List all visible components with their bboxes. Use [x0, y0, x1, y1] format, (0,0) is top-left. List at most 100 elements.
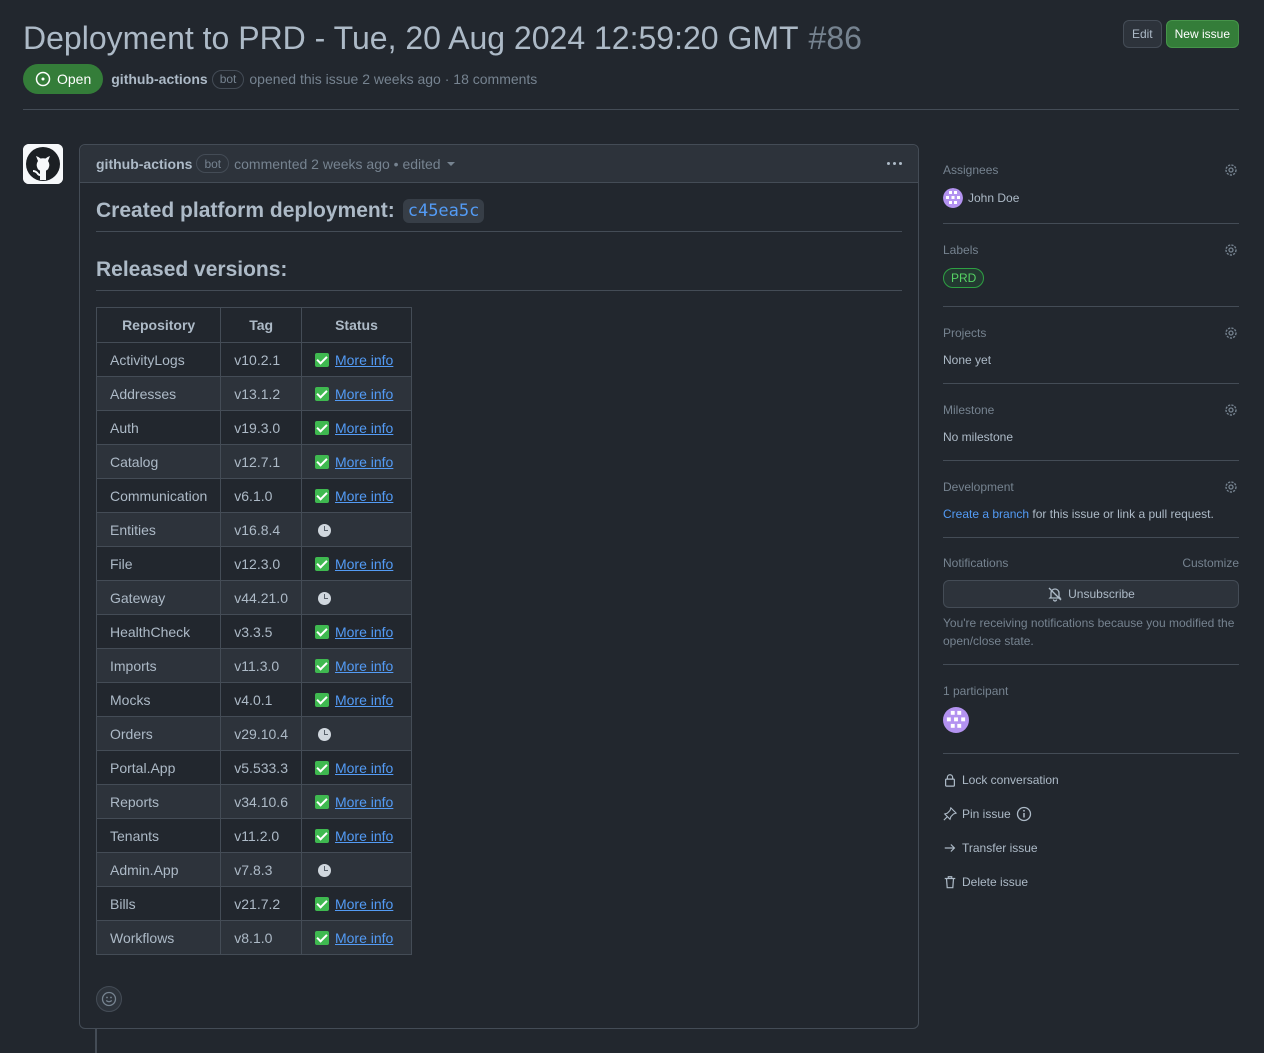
table-row: Imports v11.3.0 More info	[95, 648, 412, 683]
participant-avatar[interactable]	[943, 707, 969, 733]
more-info-link[interactable]: More info	[335, 352, 393, 368]
labels-section: Labels PRD	[943, 224, 1239, 307]
table-row: Bills v21.7.2 More info	[95, 886, 412, 921]
label-prd[interactable]: PRD	[943, 268, 985, 288]
table-row: Portal.App v5.533.3 More info	[95, 750, 412, 785]
assignee-john-doe[interactable]: John Doe	[943, 188, 1239, 208]
projects-gear-icon[interactable]	[1223, 325, 1239, 341]
table-row: File v12.3.0 More info	[95, 546, 412, 581]
bell-slash-icon	[1048, 587, 1062, 602]
unsubscribe-label: Unsubscribe	[1068, 587, 1135, 601]
more-info-link[interactable]: More info	[335, 624, 393, 640]
john-doe-avatar	[943, 188, 963, 208]
deployment-heading: Created platform deployment: c45ea5c	[96, 199, 902, 232]
more-info-link[interactable]: More info	[335, 454, 393, 470]
more-info-link[interactable]: More info	[335, 386, 393, 402]
tag-cell: v5.533.3	[220, 750, 302, 785]
repository-cell: Gateway	[95, 580, 222, 615]
table-row: Catalog v12.7.1 More info	[95, 444, 412, 479]
tag-cell: v12.3.0	[220, 546, 302, 581]
check-mark-icon	[314, 420, 329, 435]
more-info-link[interactable]: More info	[335, 488, 393, 504]
more-info-link[interactable]: More info	[335, 760, 393, 776]
status-cell: More info	[300, 478, 412, 513]
more-info-link[interactable]: More info	[335, 658, 393, 674]
more-info-link[interactable]: More info	[335, 828, 393, 844]
labels-gear-icon[interactable]	[1223, 242, 1239, 258]
comment-meta[interactable]: commented 2 weeks ago • edited	[234, 156, 440, 172]
versions-table: Repository Tag Status ActivityLogs v10.2.…	[95, 307, 412, 955]
issue-number: #86	[808, 20, 862, 56]
comment-options-kebab-icon[interactable]	[887, 162, 902, 165]
lock-conversation-action[interactable]: Lock conversation	[943, 763, 1239, 797]
assignee-name: John Doe	[968, 191, 1020, 205]
repository-cell: Auth	[95, 410, 222, 445]
more-info-link[interactable]: More info	[335, 794, 393, 810]
tag-cell: v13.1.2	[220, 376, 302, 411]
header-divider	[23, 109, 1239, 110]
delete-issue-action[interactable]: Delete issue	[943, 865, 1239, 899]
milestone-gear-icon[interactable]	[1223, 402, 1239, 418]
status-cell: More info	[300, 682, 412, 717]
notification-reason: You're receiving notifications because y…	[943, 616, 1235, 648]
repository-cell: Admin.App	[95, 852, 222, 887]
projects-section: Projects None yet	[943, 307, 1239, 384]
status-cell	[300, 852, 412, 887]
unsubscribe-button[interactable]: Unsubscribe	[943, 580, 1239, 608]
status-cell: More info	[300, 444, 412, 479]
comment-author-link[interactable]: github-actions	[96, 156, 192, 172]
issue-opened-icon	[35, 71, 51, 87]
tag-cell: v4.0.1	[220, 682, 302, 717]
status-cell: More info	[300, 886, 412, 921]
assignees-gear-icon[interactable]	[1223, 162, 1239, 178]
repository-cell: Mocks	[95, 682, 222, 717]
table-row: Orders v29.10.4	[95, 716, 412, 751]
table-row: Reports v34.10.6 More info	[95, 784, 412, 819]
clock-icon	[317, 591, 331, 605]
clock-icon	[317, 523, 331, 537]
development-title: Development	[943, 480, 1014, 494]
repository-cell: Bills	[95, 886, 222, 921]
status-cell: More info	[300, 376, 412, 411]
commit-sha-link[interactable]: c45ea5c	[402, 199, 485, 223]
comment-bot-badge: bot	[196, 154, 230, 173]
info-icon[interactable]	[1016, 806, 1032, 822]
edit-history-caret-icon[interactable]	[446, 161, 455, 166]
issue-actions: Lock conversation Pin issue Transfer iss…	[943, 754, 1239, 899]
development-gear-icon[interactable]	[1223, 479, 1239, 495]
status-cell: More info	[300, 648, 412, 683]
more-info-link[interactable]: More info	[335, 896, 393, 912]
projects-title: Projects	[943, 326, 987, 340]
development-value: Create a branch for this issue or link a…	[943, 507, 1239, 521]
transfer-label: Transfer issue	[962, 841, 1038, 855]
new-issue-button[interactable]: New issue	[1165, 20, 1239, 48]
more-info-link[interactable]: More info	[335, 420, 393, 436]
more-info-link[interactable]: More info	[335, 692, 393, 708]
check-mark-icon	[314, 930, 329, 945]
table-row: Tenants v11.2.0 More info	[95, 818, 412, 853]
clock-icon	[317, 863, 331, 877]
state-label: Open	[57, 71, 92, 87]
transfer-issue-action[interactable]: Transfer issue	[943, 831, 1239, 865]
more-info-link[interactable]: More info	[335, 556, 393, 572]
github-actions-avatar[interactable]	[23, 144, 63, 184]
tag-cell: v11.3.0	[220, 648, 302, 683]
issue-header: Deployment to PRD - Tue, 20 Aug 2024 12:…	[23, 18, 1239, 94]
edit-button[interactable]: Edit	[1122, 20, 1162, 48]
issue-comment: github-actions bot commented 2 weeks ago…	[79, 144, 919, 1029]
more-info-link[interactable]: More info	[335, 930, 393, 946]
repository-cell: Catalog	[95, 444, 222, 479]
status-cell: More info	[300, 818, 412, 853]
customize-notifications-link[interactable]: Customize	[1182, 556, 1239, 570]
repository-cell: Portal.App	[95, 750, 222, 785]
tag-cell: v19.3.0	[220, 410, 302, 445]
create-branch-link[interactable]: Create a branch	[943, 507, 1029, 521]
tag-cell: v10.2.1	[220, 342, 302, 377]
issue-author-link[interactable]: github-actions	[111, 71, 207, 87]
comment-header: github-actions bot commented 2 weeks ago…	[80, 145, 918, 183]
labels-title: Labels	[943, 243, 979, 257]
pin-issue-action[interactable]: Pin issue	[943, 797, 1239, 831]
add-reaction-button[interactable]	[96, 986, 122, 1012]
issue-sidebar: Assignees John Doe Labels PRD Projects N…	[943, 144, 1239, 899]
repository-cell: Communication	[95, 478, 222, 513]
